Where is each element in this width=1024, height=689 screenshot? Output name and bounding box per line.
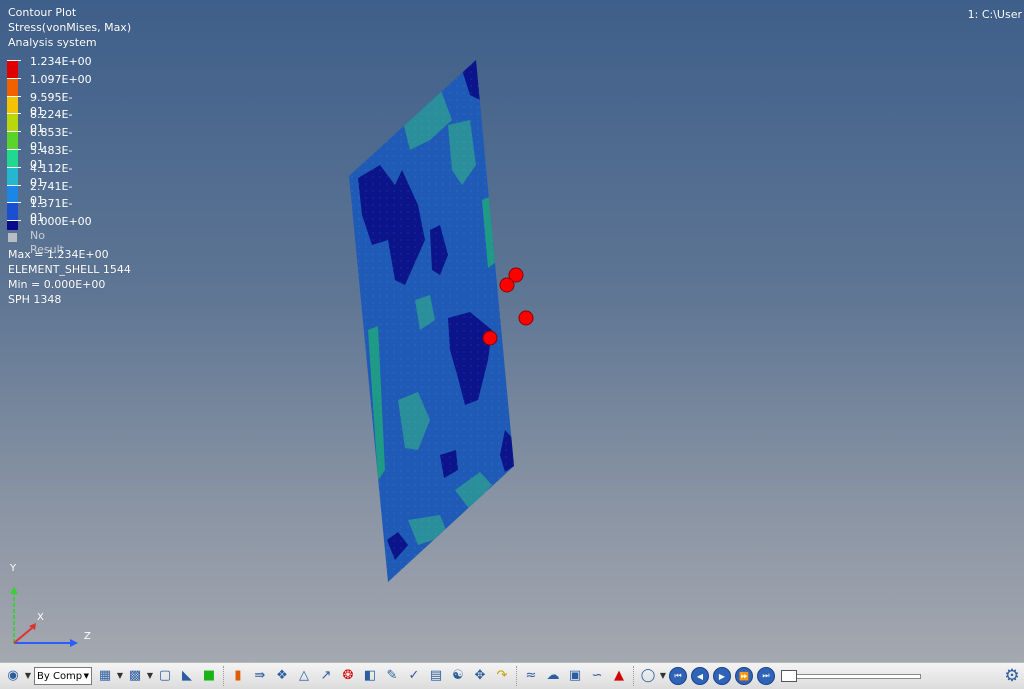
notes-balloon-icon[interactable]: ☁: [543, 666, 563, 686]
table-icon[interactable]: ▤: [426, 666, 446, 686]
color-mode-select[interactable]: By Comp ▼: [34, 667, 92, 685]
bottom-toolbar: ◉ ▼ By Comp ▼ ▦ ▼ ▩ ▼ ▢ ◣ ■ ▮ ⇛ ❖ △ ↗ ❂ …: [0, 662, 1024, 689]
model-render[interactable]: [0, 0, 1024, 662]
measure-icon[interactable]: ↗: [316, 666, 336, 686]
deformed-icon[interactable]: △: [294, 666, 314, 686]
first-frame-button[interactable]: ⏮: [669, 667, 687, 685]
sph-particle: [518, 310, 534, 326]
sph-particle: [499, 277, 515, 293]
contour-icon[interactable]: ▮: [228, 666, 248, 686]
gear-icon[interactable]: ⚙: [1002, 666, 1022, 686]
query-icon[interactable]: ❂: [338, 666, 358, 686]
axis-triad: Y X Z: [0, 560, 110, 660]
flip-icon[interactable]: ↷: [492, 666, 512, 686]
triad-z-label: Z: [84, 631, 91, 642]
chevron-down-icon: ▼: [83, 672, 89, 680]
triad-y-label: Y: [10, 563, 17, 574]
wireframe-icon[interactable]: ▦: [95, 666, 115, 686]
toolbar-separator: [633, 666, 634, 686]
slider-track: [781, 674, 921, 679]
toolbar-separator: [516, 666, 517, 686]
chevron-down-icon[interactable]: ▼: [659, 666, 667, 686]
component-color-icon[interactable]: ■: [199, 666, 219, 686]
chevron-down-icon[interactable]: ▼: [116, 666, 124, 686]
last-frame-button[interactable]: ⏭: [757, 667, 775, 685]
element-display-icon[interactable]: ▩: [125, 666, 145, 686]
translate-icon[interactable]: ✥: [470, 666, 490, 686]
toolbar-separator: [223, 666, 224, 686]
box-icon[interactable]: ▣: [565, 666, 585, 686]
clipping-icon[interactable]: ✓: [404, 666, 424, 686]
animation-slider[interactable]: [781, 668, 921, 684]
tracking-icon[interactable]: ☯: [448, 666, 468, 686]
streamlines-icon[interactable]: ∽: [587, 666, 607, 686]
vector-icon[interactable]: ⇛: [250, 666, 270, 686]
next-frame-button[interactable]: ⏩: [735, 667, 753, 685]
chart-icon[interactable]: ▲: [609, 666, 629, 686]
note-icon[interactable]: ✎: [382, 666, 402, 686]
sph-particle: [482, 330, 498, 346]
shaded-mode-icon[interactable]: ◉: [3, 666, 23, 686]
slider-handle[interactable]: [781, 670, 797, 682]
play-button[interactable]: ▶: [713, 667, 731, 685]
prev-frame-button[interactable]: ◀: [691, 667, 709, 685]
section-cut-icon[interactable]: ◧: [360, 666, 380, 686]
shell-plate[interactable]: [349, 58, 514, 582]
tensor-icon[interactable]: ❖: [272, 666, 292, 686]
iso-value-icon[interactable]: ≈: [521, 666, 541, 686]
animation-mode-icon[interactable]: ◯: [638, 666, 658, 686]
triad-x-label: X: [37, 612, 44, 623]
graphics-viewport[interactable]: Contour Plot Stress(vonMises, Max) Analy…: [0, 0, 1024, 662]
chevron-down-icon[interactable]: ▼: [146, 666, 154, 686]
chevron-down-icon[interactable]: ▼: [24, 666, 32, 686]
mirror-icon[interactable]: ◣: [177, 666, 197, 686]
color-mode-value: By Comp: [37, 670, 83, 682]
isometric-icon[interactable]: ▢: [155, 666, 175, 686]
